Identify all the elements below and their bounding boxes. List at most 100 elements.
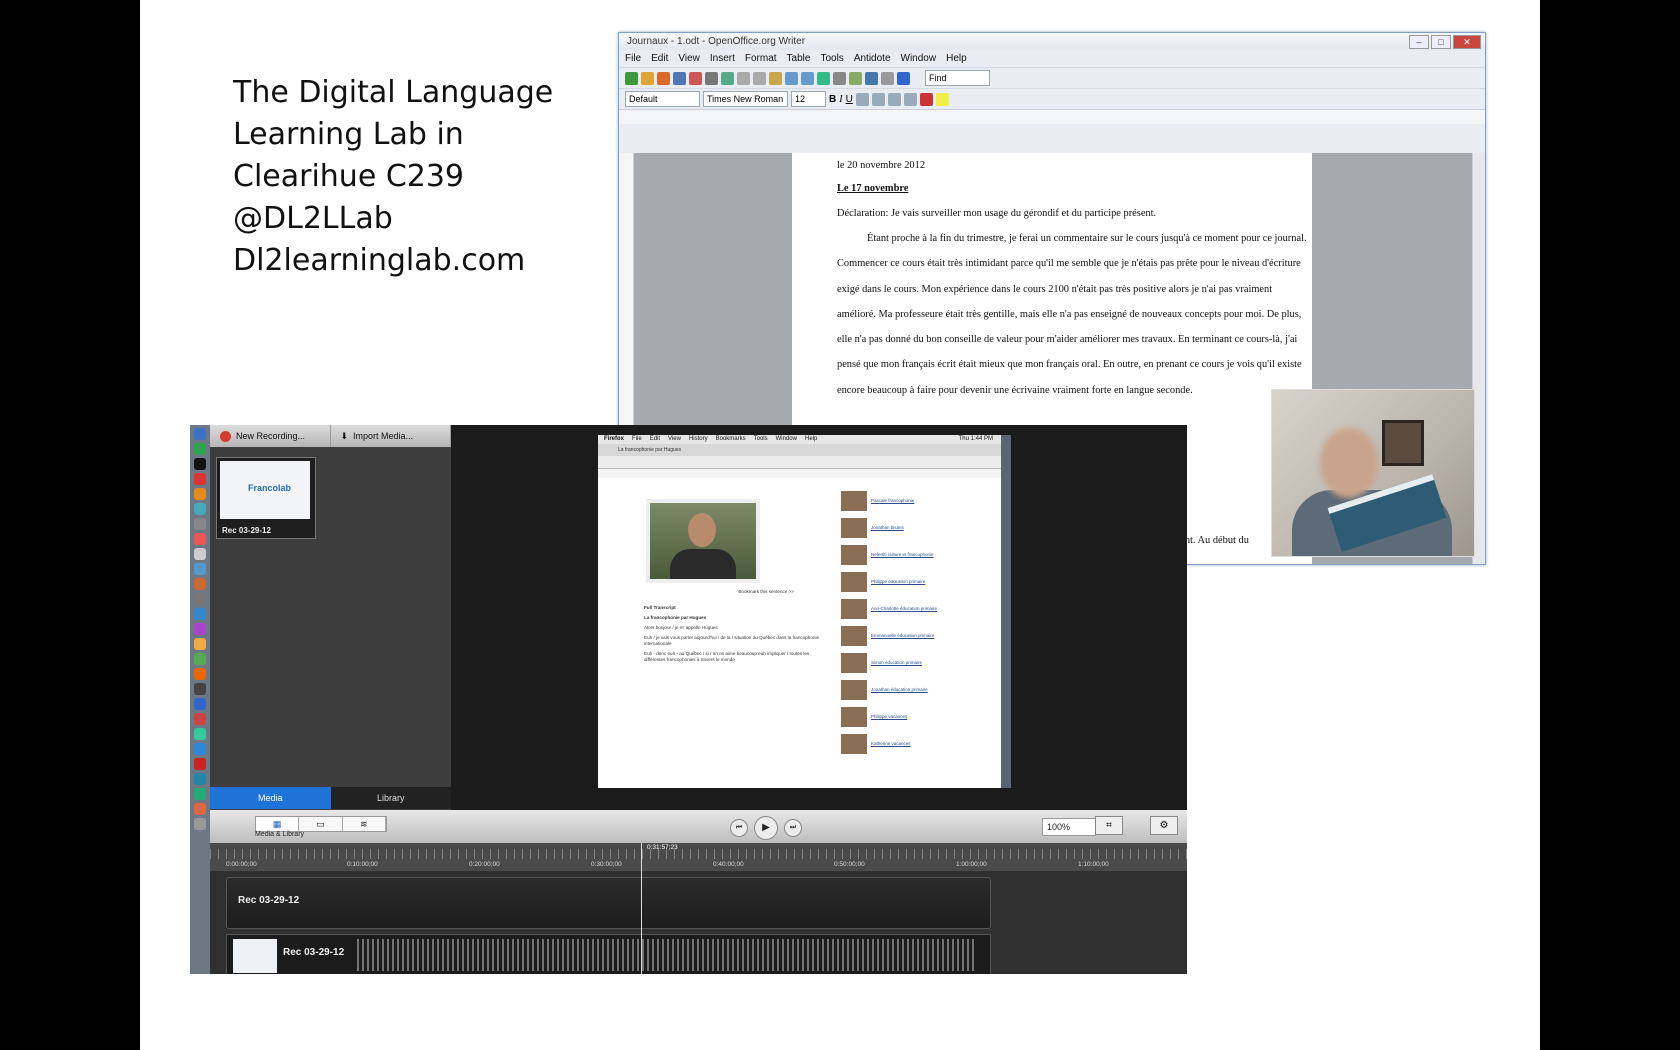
writer-titlebar: Journaux - 1.odt - OpenOffice.org Writer…: [619, 33, 1485, 50]
word-icon[interactable]: [194, 773, 206, 785]
find-input[interactable]: Find: [925, 70, 990, 86]
trash-icon[interactable]: [194, 818, 206, 830]
fast-forward-button[interactable]: ⏭: [784, 819, 802, 837]
align-right-icon[interactable]: [887, 92, 901, 106]
tab-media[interactable]: Media: [210, 787, 331, 809]
firefox-icon[interactable]: [194, 668, 206, 680]
app-icon[interactable]: [194, 488, 206, 500]
maximize-button[interactable]: □: [1431, 35, 1451, 49]
acrobat-icon[interactable]: [194, 758, 206, 770]
minimize-button[interactable]: –: [1409, 35, 1429, 49]
font-size-select[interactable]: 12: [791, 91, 826, 107]
save-icon[interactable]: [673, 71, 686, 85]
timeline-clip-video[interactable]: Rec 03-29-12: [226, 877, 991, 929]
app-icon[interactable]: [194, 593, 206, 605]
media-panel: New Recording... ⬇ Import Media... Franc…: [210, 425, 451, 810]
menu-tools[interactable]: Tools: [820, 50, 843, 67]
app-icon[interactable]: [194, 458, 206, 470]
app-icon[interactable]: [194, 563, 206, 575]
gallery-icon[interactable]: [865, 71, 878, 85]
app-icon[interactable]: [194, 608, 206, 620]
menu-view: View: [668, 436, 681, 442]
cut-icon[interactable]: [737, 71, 750, 85]
app-icon[interactable]: [194, 653, 206, 665]
font-color-icon[interactable]: [919, 92, 933, 106]
ruler-tick: 0:10:00;00: [347, 861, 378, 868]
full-transcript-heading: Full Transcript: [644, 605, 676, 610]
redo-icon[interactable]: [801, 71, 814, 85]
menu-help[interactable]: Help: [946, 50, 967, 67]
pdf-icon[interactable]: [689, 71, 702, 85]
menu-window[interactable]: Window: [901, 50, 937, 67]
font-name-select[interactable]: Times New Roman: [703, 91, 788, 107]
menu-format[interactable]: Format: [745, 50, 777, 67]
safari-icon[interactable]: [194, 698, 206, 710]
skype-icon[interactable]: [194, 743, 206, 755]
app-icon[interactable]: [194, 503, 206, 515]
menu-tools: Tools: [753, 436, 768, 442]
app-icon[interactable]: [194, 533, 206, 545]
edit-icon[interactable]: [625, 71, 638, 85]
app-icon[interactable]: [194, 638, 206, 650]
split-view-icon[interactable]: ▭: [299, 817, 343, 831]
menu-table[interactable]: Table: [787, 50, 811, 67]
help-icon[interactable]: [897, 71, 910, 85]
paste-icon[interactable]: [769, 71, 782, 85]
media-library-view-icon[interactable]: ▦: [256, 817, 300, 831]
audio-view-icon[interactable]: ≋: [343, 817, 386, 831]
menu-edit[interactable]: Edit: [651, 50, 668, 67]
camtasia-window: New Recording... ⬇ Import Media... Franc…: [190, 425, 1187, 974]
timeline-ruler[interactable]: 0:00:00;00 0:10:00;00 0:20:00;00 0:30:00…: [210, 843, 1187, 871]
copy-icon[interactable]: [753, 71, 766, 85]
navigator-icon[interactable]: [849, 71, 862, 85]
app-icon[interactable]: [194, 683, 206, 695]
zoom-select[interactable]: 100%: [1042, 818, 1096, 836]
app-icon[interactable]: [194, 473, 206, 485]
underline-icon[interactable]: U: [846, 94, 853, 105]
playhead[interactable]: [641, 843, 642, 974]
ruler-tick: 0:40:00;00: [713, 861, 744, 868]
crop-button[interactable]: ⌗: [1095, 816, 1123, 835]
new-recording-button[interactable]: New Recording...: [210, 425, 331, 447]
close-button[interactable]: ✕: [1453, 35, 1481, 49]
align-center-icon[interactable]: [871, 92, 885, 106]
justify-icon[interactable]: [903, 92, 917, 106]
import-media-button[interactable]: ⬇ Import Media...: [331, 425, 451, 447]
app-icon[interactable]: [194, 443, 206, 455]
highlight-icon[interactable]: [935, 92, 949, 106]
bold-icon[interactable]: B: [829, 94, 836, 105]
undo-icon[interactable]: [785, 71, 798, 85]
powerpoint-icon[interactable]: [194, 803, 206, 815]
rewind-button[interactable]: ⏮: [730, 819, 748, 837]
app-icon[interactable]: [194, 548, 206, 560]
transcript-line-3: Euh - donc euh - au Québec / si / on on …: [644, 651, 810, 662]
play-button[interactable]: ▶: [754, 816, 778, 840]
new-icon[interactable]: [641, 71, 654, 85]
italic-icon[interactable]: I: [839, 94, 842, 105]
paragraph-style-select[interactable]: Default: [625, 91, 700, 107]
spellcheck-icon[interactable]: [721, 71, 734, 85]
timeline-clip-audio[interactable]: Rec 03-29-12: [226, 934, 991, 974]
excel-icon[interactable]: [194, 788, 206, 800]
menu-antidote[interactable]: Antidote: [854, 50, 891, 67]
settings-gear-icon[interactable]: ⚙: [1150, 816, 1178, 835]
app-icon[interactable]: [194, 713, 206, 725]
bookmark-link: Bookmark this sentence >>: [738, 589, 794, 594]
app-icon[interactable]: [194, 518, 206, 530]
app-icon[interactable]: [194, 728, 206, 740]
tab-library[interactable]: Library: [330, 787, 451, 809]
table-icon[interactable]: [833, 71, 846, 85]
menu-file[interactable]: File: [625, 50, 641, 67]
open-icon[interactable]: [657, 71, 670, 85]
menu-help: Help: [804, 436, 818, 442]
media-thumbnail[interactable]: Francolab Rec 03-29-12: [216, 457, 316, 539]
zoom-icon[interactable]: [881, 71, 894, 85]
app-icon[interactable]: [194, 623, 206, 635]
print-icon[interactable]: [705, 71, 718, 85]
menu-insert[interactable]: Insert: [710, 50, 735, 67]
menu-view[interactable]: View: [678, 50, 700, 67]
hyperlink-icon[interactable]: [817, 71, 830, 85]
align-left-icon[interactable]: [855, 92, 869, 106]
app-icon[interactable]: [194, 578, 206, 590]
finder-icon[interactable]: [194, 428, 206, 440]
